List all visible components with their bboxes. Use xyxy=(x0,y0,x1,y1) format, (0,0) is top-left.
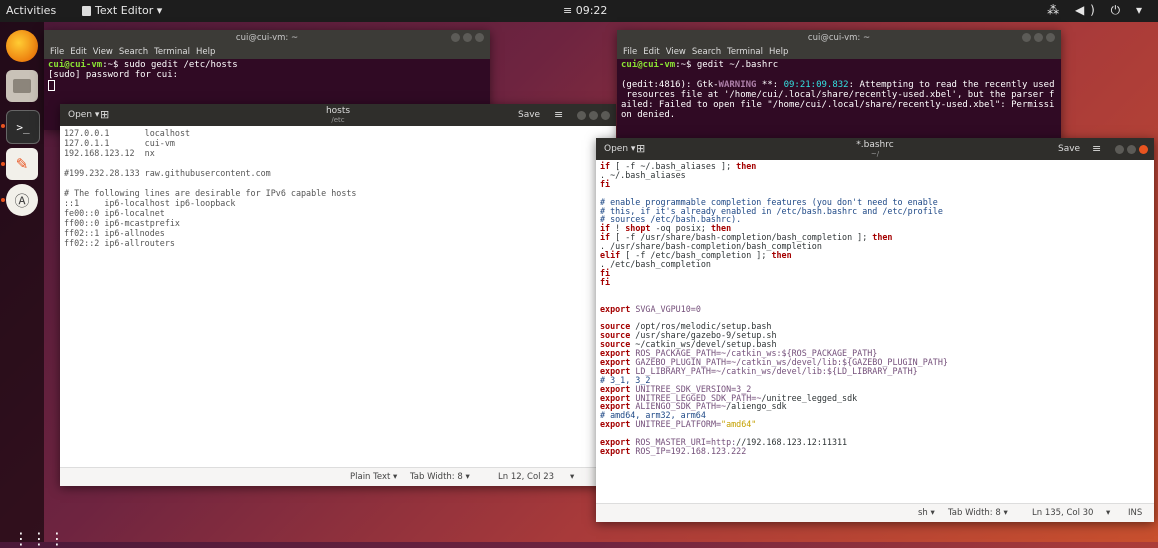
bashrc-window-buttons xyxy=(1115,145,1148,154)
menu-view[interactable]: View xyxy=(93,46,113,59)
close-icon[interactable] xyxy=(1046,33,1055,42)
text-editor-running-indicator xyxy=(1,162,5,166)
close-icon[interactable] xyxy=(475,33,484,42)
tab-width-selector[interactable]: Tab Width: 8 ▾ xyxy=(410,472,470,482)
terminal-2-titlebar[interactable]: cui@cui-vm: ~ xyxy=(617,30,1061,46)
bashrc-title: *.bashrc xyxy=(856,140,894,150)
terminal-2-output[interactable]: cui@cui-vm:~$ gedit ~/.bashrc (gedit:481… xyxy=(617,59,1061,121)
hosts-line xyxy=(64,178,612,188)
command: :~$ sudo gedit /etc/hosts xyxy=(102,60,238,70)
tab-width-selector[interactable]: Tab Width: 8 ▾ xyxy=(948,508,1008,518)
maximize-icon[interactable] xyxy=(463,33,472,42)
minimize-icon[interactable] xyxy=(1022,33,1031,42)
dock: >_ ✎ Ⓐ ⋮⋮⋮ xyxy=(0,22,65,547)
insert-mode[interactable]: INS xyxy=(1128,508,1142,518)
warning-line-3: ailed: Failed to open file "/home/cui/.l… xyxy=(621,100,1055,110)
command: :~$ gedit ~/.bashrc xyxy=(675,60,779,70)
save-button[interactable]: Save xyxy=(1058,144,1080,154)
gedit-bashrc-window[interactable]: Open ▾ ⊞ *.bashrc ~/ Save ≡ if [ -f ~/.b… xyxy=(596,138,1154,522)
show-applications-icon[interactable]: ⋮⋮⋮ xyxy=(13,531,67,547)
language-selector[interactable]: sh ▾ xyxy=(918,508,935,518)
activities-button[interactable]: Activities xyxy=(6,4,56,17)
hosts-line: ff00::0 ip6-mcastprefix xyxy=(64,218,180,228)
text-editor-icon xyxy=(82,5,91,16)
hamburger-menu-icon[interactable]: ≡ xyxy=(554,108,563,121)
hosts-line: ff02::1 ip6-allnodes xyxy=(64,228,165,238)
cursor xyxy=(48,80,55,91)
terminal-2-menubar: File Edit View Search Terminal Help xyxy=(617,46,1061,59)
terminal-running-indicator xyxy=(1,124,5,128)
system-menu[interactable]: ⁂ ◀) ⏻ ▾ xyxy=(1047,3,1148,18)
terminal-1-titlebar[interactable]: cui@cui-vm: ~ xyxy=(44,30,490,46)
hosts-title: hosts xyxy=(325,106,351,116)
bashrc-headerbar: Open ▾ ⊞ *.bashrc ~/ Save ≡ xyxy=(596,138,1154,160)
hamburger-menu-icon[interactable]: ≡ xyxy=(1092,142,1101,155)
bashrc-editor[interactable]: if [ -f ~/.bash_aliases ]; then . ~/.bas… xyxy=(596,160,1154,458)
minimize-icon[interactable] xyxy=(451,33,460,42)
menu-help[interactable]: Help xyxy=(196,46,215,59)
maximize-icon[interactable] xyxy=(1034,33,1043,42)
menu-file[interactable]: File xyxy=(623,46,637,59)
hosts-statusbar: Plain Text ▾ Tab Width: 8 ▾ Ln 12, Col 2… xyxy=(60,467,616,486)
hosts-window-buttons xyxy=(577,111,610,120)
menu-help[interactable]: Help xyxy=(769,46,788,59)
minimize-icon[interactable] xyxy=(577,111,586,120)
position-dropdown[interactable]: ▾ xyxy=(570,472,574,482)
warning-line-2: resources file at '/home/cui/.local/shar… xyxy=(621,90,1055,100)
terminal-window-2[interactable]: cui@cui-vm: ~ File Edit View Search Term… xyxy=(617,30,1061,142)
hosts-line: ff02::2 ip6-allrouters xyxy=(64,238,175,248)
app-menu[interactable]: Text Editor ▾ xyxy=(82,4,162,17)
menu-search[interactable]: Search xyxy=(692,46,721,59)
menu-view[interactable]: View xyxy=(666,46,686,59)
hosts-line: fe00::0 ip6-localnet xyxy=(64,208,165,218)
terminal-2-window-buttons xyxy=(1022,33,1055,42)
hosts-headerbar: Open ▾ ⊞ hosts /etc Save ≡ xyxy=(60,104,616,126)
maximize-icon[interactable] xyxy=(589,111,598,120)
terminal-icon[interactable]: >_ xyxy=(6,110,40,144)
firefox-icon[interactable] xyxy=(6,30,38,62)
cursor-position[interactable]: Ln 135, Col 30 xyxy=(1032,508,1093,518)
hosts-line: 192.168.123.12 nx xyxy=(64,148,155,158)
language-selector[interactable]: Plain Text ▾ xyxy=(350,472,397,482)
hosts-line: 127.0.0.1 localhost xyxy=(64,128,191,138)
files-icon[interactable] xyxy=(6,70,38,102)
close-icon[interactable] xyxy=(601,111,610,120)
position-dropdown[interactable]: ▾ xyxy=(1106,508,1110,518)
bashrc-statusbar: sh ▾ Tab Width: 8 ▾ Ln 135, Col 30 ▾ INS xyxy=(596,503,1154,522)
terminal-1-menubar: File Edit View Search Terminal Help xyxy=(44,46,490,59)
menu-edit[interactable]: Edit xyxy=(643,46,659,59)
text-editor-icon[interactable]: ✎ xyxy=(6,148,38,180)
terminal-1-output[interactable]: cui@cui-vm:~$ sudo gedit /etc/hosts [sud… xyxy=(44,59,490,95)
warning-line-4: on denied. xyxy=(621,110,676,120)
terminal-1-window-buttons xyxy=(451,33,484,42)
clock[interactable]: ≡ 09:22 xyxy=(563,4,607,17)
menu-terminal[interactable]: Terminal xyxy=(727,46,763,59)
top-bar: Activities Text Editor ▾ ≡ 09:22 ⁂ ◀) ⏻ … xyxy=(0,0,1158,22)
hosts-line xyxy=(64,158,612,168)
hosts-line: #199.232.28.133 raw.githubusercontent.co… xyxy=(64,168,271,178)
menu-terminal[interactable]: Terminal xyxy=(154,46,190,59)
sudo-prompt: [sudo] password for cui: xyxy=(48,70,179,80)
gedit-hosts-window[interactable]: Open ▾ ⊞ hosts /etc Save ≡ 127.0.0.1 loc… xyxy=(60,104,616,486)
close-icon[interactable] xyxy=(1139,145,1148,154)
hosts-line: # The following lines are desirable for … xyxy=(64,188,357,198)
minimize-icon[interactable] xyxy=(1115,145,1124,154)
menu-edit[interactable]: Edit xyxy=(70,46,86,59)
terminal-2-title: cui@cui-vm: ~ xyxy=(807,33,871,43)
hosts-line: ::1 ip6-localhost ip6-loopback xyxy=(64,198,236,208)
warning-line-1: (gedit:4816): Gtk-WARNING **: 09:21:09.8… xyxy=(621,80,1055,90)
maximize-icon[interactable] xyxy=(1127,145,1136,154)
app-menu-label: Text Editor ▾ xyxy=(95,4,163,17)
hosts-editor[interactable]: 127.0.0.1 localhost 127.0.1.1 cui-vm 192.1… xyxy=(60,126,616,250)
hosts-line: 127.0.1.1 cui-vm xyxy=(64,138,175,148)
prompt: cui@cui-vm xyxy=(621,60,676,70)
menu-file[interactable]: File xyxy=(50,46,64,59)
terminal-1-title: cui@cui-vm: ~ xyxy=(235,33,299,43)
cursor-position[interactable]: Ln 12, Col 23 xyxy=(498,472,554,482)
save-button[interactable]: Save xyxy=(518,110,540,120)
software-center-icon[interactable]: Ⓐ xyxy=(6,184,38,216)
software-running-indicator xyxy=(1,198,5,202)
menu-search[interactable]: Search xyxy=(119,46,148,59)
prompt: cui@cui-vm xyxy=(48,60,103,70)
